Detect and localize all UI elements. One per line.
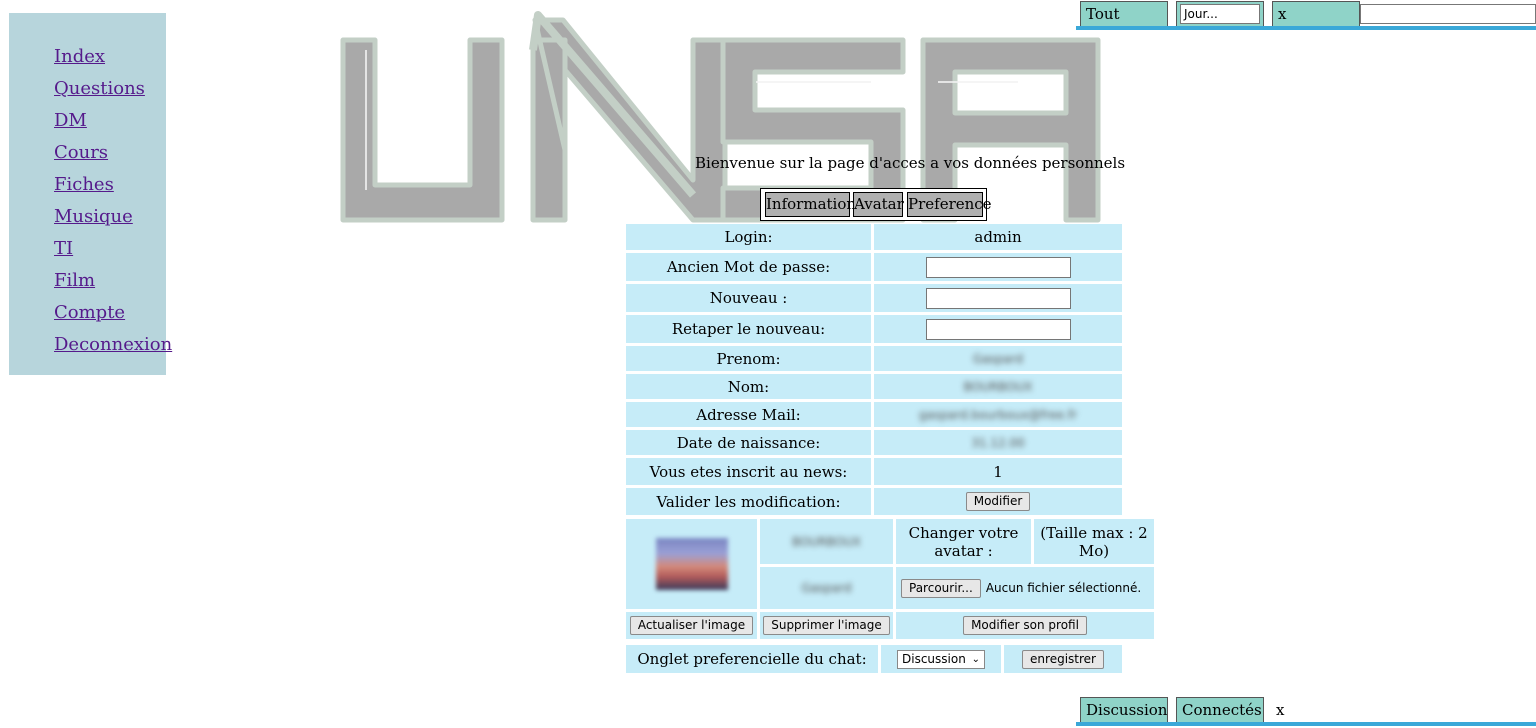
- old-password-field[interactable]: [925, 256, 1071, 278]
- firstname-value: Gaspard: [972, 351, 1024, 366]
- file-upload-cell: Parcourir... Aucun fichier sélectionné.: [896, 567, 1154, 609]
- chat-preference-label: Onglet preferencielle du chat:: [626, 645, 878, 673]
- save-preference-cell: enregistrer: [1004, 645, 1122, 673]
- nav-link-dm[interactable]: DM: [54, 110, 87, 131]
- birthdate-value-cell: 31.12.00: [874, 430, 1122, 455]
- login-value: admin: [874, 224, 1122, 250]
- modify-profile-button[interactable]: Modifier son profil: [963, 616, 1087, 635]
- chat-top-divider: [1076, 26, 1536, 30]
- retype-password-field[interactable]: [925, 318, 1071, 340]
- chevron-down-icon: ⌄: [971, 653, 980, 665]
- avatar-image-cell: [626, 519, 757, 609]
- birthdate-value: 31.12.00: [971, 435, 1025, 450]
- chat-bottom-divider: [1076, 722, 1536, 726]
- nav-link-questions[interactable]: Questions: [54, 78, 145, 99]
- lastname-value: BOURBOUX: [963, 379, 1033, 394]
- newsletter-label: Vous etes inscrit au news:: [626, 458, 871, 485]
- chat-bottom-close[interactable]: x: [1276, 701, 1284, 719]
- chat-message-input[interactable]: [1360, 4, 1536, 24]
- nav-link-ti[interactable]: TI: [54, 238, 73, 259]
- save-preference-button[interactable]: enregistrer: [1022, 649, 1104, 669]
- birthdate-label: Date de naissance:: [626, 430, 871, 455]
- new-password-cell: [874, 284, 1122, 312]
- firstname-value-cell: Gaspard: [874, 346, 1122, 371]
- close-icon: x: [1276, 701, 1285, 719]
- retype-password-cell: [874, 315, 1122, 343]
- chat-tab-discussion[interactable]: Discussion: [1080, 697, 1168, 723]
- close-icon: x: [1278, 5, 1287, 23]
- refresh-image-button[interactable]: Actualiser l'image: [629, 616, 754, 635]
- chat-tab-all[interactable]: Tout: [1080, 1, 1168, 27]
- new-password-field[interactable]: [925, 287, 1071, 309]
- refresh-image-cell: Actualiser l'image: [626, 612, 757, 639]
- old-password-cell: [874, 253, 1122, 281]
- email-label: Adresse Mail:: [626, 402, 871, 427]
- tab-avatar[interactable]: Avatar: [853, 192, 904, 217]
- new-password-label: Nouveau :: [626, 284, 871, 312]
- tab-preference[interactable]: Preference: [907, 192, 992, 217]
- modify-profile-cell: Modifier son profil: [896, 612, 1154, 639]
- email-value: gaspard.bourboux@free.fr: [918, 407, 1078, 422]
- validate-cell: Modifier: [874, 488, 1122, 515]
- chat-preference-select[interactable]: Discussion ⌄: [897, 649, 985, 669]
- nav-link-musique[interactable]: Musique: [54, 206, 133, 227]
- nav-link-cours[interactable]: Cours: [54, 142, 108, 163]
- old-password-label: Ancien Mot de passe:: [626, 253, 871, 281]
- chat-bottom-bar: Discussion Connectés x: [1076, 697, 1536, 728]
- nav-link-index[interactable]: Index: [54, 46, 105, 67]
- lastname-value-cell: BOURBOUX: [874, 374, 1122, 399]
- nav-link-deconnexion[interactable]: Deconnexion: [54, 334, 172, 355]
- nav-link-compte[interactable]: Compte: [54, 302, 125, 323]
- delete-image-cell: Supprimer l'image: [760, 612, 893, 639]
- avatar-firstname-cell: Gaspard: [760, 567, 893, 609]
- sidebar-nav: Index Questions DM Cours Fiches Musique …: [9, 13, 172, 375]
- login-label: Login:: [626, 224, 871, 250]
- nav-link-film[interactable]: Film: [54, 270, 95, 291]
- chat-preference-select-cell: Discussion ⌄: [881, 645, 1001, 673]
- select-value: Discussion: [902, 651, 966, 666]
- chat-search-input[interactable]: Jour...: [1180, 4, 1260, 24]
- delete-image-button[interactable]: Supprimer l'image: [763, 616, 890, 635]
- avatar-firstname-value: Gaspard: [801, 581, 852, 595]
- avatar-name-cell: BOURBOUX: [760, 519, 893, 564]
- validate-label: Valider les modification:: [626, 488, 871, 515]
- firstname-label: Prenom:: [626, 346, 871, 371]
- account-tabs: Information Avatar Preference: [760, 188, 992, 221]
- newsletter-value: 1: [874, 458, 1122, 485]
- avatar-size-label: (Taille max : 2 Mo): [1034, 519, 1154, 564]
- chat-top-bar: Tout Jour... x: [1076, 0, 1536, 31]
- avatar-image: [655, 538, 728, 590]
- lastname-label: Nom:: [626, 374, 871, 399]
- chat-tab-connected[interactable]: Connectés: [1176, 697, 1264, 723]
- avatar-name-value: BOURBOUX: [791, 534, 862, 549]
- welcome-text: Bienvenue sur la page d'acces a vos donn…: [695, 154, 1126, 172]
- tab-information[interactable]: Information: [765, 192, 856, 217]
- chat-close-tab[interactable]: x: [1272, 1, 1360, 27]
- chat-tab-search-wrap: Jour...: [1176, 1, 1264, 27]
- browse-button[interactable]: Parcourir...: [901, 578, 981, 598]
- email-value-cell: gaspard.bourboux@free.fr: [874, 402, 1122, 427]
- change-avatar-label: Changer votre avatar :: [896, 519, 1031, 564]
- no-file-text: Aucun fichier sélectionné.: [985, 581, 1142, 595]
- nav-link-fiches[interactable]: Fiches: [54, 174, 114, 195]
- retype-password-label: Retaper le nouveau:: [626, 315, 871, 343]
- modify-button[interactable]: Modifier: [965, 492, 1031, 511]
